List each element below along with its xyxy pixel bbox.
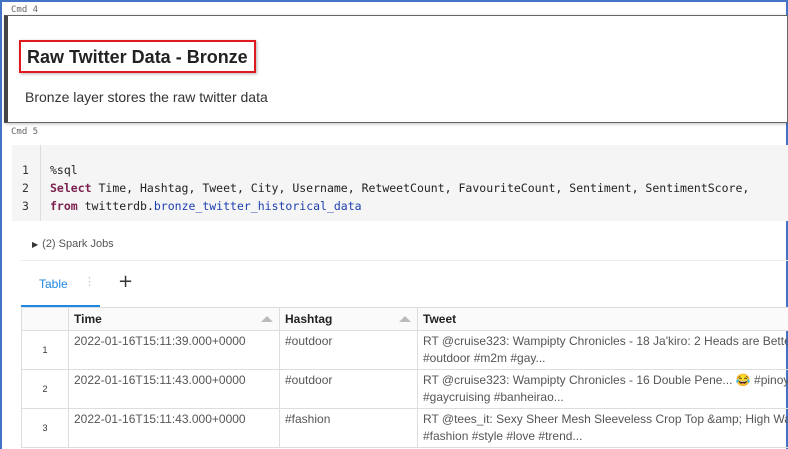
results-table: Time Hashtag Tweet 1 2022-01-16T15:11:39… — [21, 307, 788, 448]
table-row: 2 2022-01-16T15:11:43.000+0000 #outdoor … — [21, 369, 788, 409]
row-number: 2 — [21, 369, 69, 409]
row-number-header — [21, 307, 69, 331]
spark-jobs-toggle[interactable]: ▶ (2) Spark Jobs — [32, 238, 114, 250]
line-number: 1 — [22, 163, 29, 177]
cell-time: 2022-01-16T15:11:43.000+0000 — [68, 408, 280, 448]
cell-tweet: RT @cruise323: Wampipty Chronicles - 18 … — [417, 330, 788, 370]
kebab-menu-icon[interactable]: ⋮ — [84, 275, 95, 288]
line-number: 3 — [22, 199, 29, 213]
line-number: 2 — [22, 181, 29, 195]
code-line: %sql — [50, 163, 78, 177]
magic-command: %sql — [50, 163, 78, 177]
markdown-cell[interactable]: Raw Twitter Data - Bronze Bronze layer s… — [4, 15, 788, 123]
caret-right-icon: ▶ — [32, 240, 39, 249]
keyword: from — [50, 199, 78, 213]
spark-jobs-label: (2) Spark Jobs — [42, 238, 114, 250]
code-text: twitterdb. — [77, 199, 154, 213]
column-header-time[interactable]: Time — [68, 307, 280, 331]
sort-icon[interactable] — [261, 316, 273, 322]
column-header-hashtag[interactable]: Hashtag — [279, 307, 418, 331]
cell-hashtag: #fashion — [279, 408, 418, 448]
keyword: Select — [50, 181, 92, 195]
cell-tweet: RT @tees_it: Sexy Sheer Mesh Sleeveless … — [417, 408, 788, 448]
cell-label: Cmd 4 — [11, 5, 39, 15]
results-panel: Table ⋮ + Time Hashtag Tweet 1 2022-01-1… — [21, 260, 788, 449]
row-number: 3 — [21, 408, 69, 448]
cell-label: Cmd 5 — [11, 127, 39, 137]
table-name: bronze_twitter_historical_data — [153, 199, 362, 213]
cell-tweet: RT @cruise323: Wampipty Chronicles - 16 … — [417, 369, 788, 409]
cell-description: Bronze layer stores the raw twitter data — [25, 89, 268, 105]
code-line: from twitterdb.bronze_twitter_historical… — [50, 199, 362, 213]
code-line: Select Time, Hashtag, Tweet, City, Usern… — [50, 181, 749, 195]
tab-label: Table — [39, 277, 68, 291]
cell-hashtag: #outdoor — [279, 330, 418, 370]
code-editor[interactable]: 1 2 3 %sql Select Time, Hashtag, Tweet, … — [12, 145, 788, 221]
add-visualization-button[interactable]: + — [118, 271, 133, 292]
column-header-tweet[interactable]: Tweet — [417, 307, 788, 331]
cell-title: Raw Twitter Data - Bronze — [19, 40, 256, 73]
row-number: 1 — [21, 330, 69, 370]
cell-time: 2022-01-16T15:11:43.000+0000 — [68, 369, 280, 409]
sort-icon[interactable] — [399, 316, 411, 322]
gutter-divider — [40, 145, 41, 221]
cell-time: 2022-01-16T15:11:39.000+0000 — [68, 330, 280, 370]
code-text: Time, Hashtag, Tweet, City, Username, Re… — [91, 181, 750, 195]
table-row: 1 2022-01-16T15:11:39.000+0000 #outdoor … — [21, 330, 788, 370]
cell-hashtag: #outdoor — [279, 369, 418, 409]
table-row: 3 2022-01-16T15:11:43.000+0000 #fashion … — [21, 408, 788, 448]
